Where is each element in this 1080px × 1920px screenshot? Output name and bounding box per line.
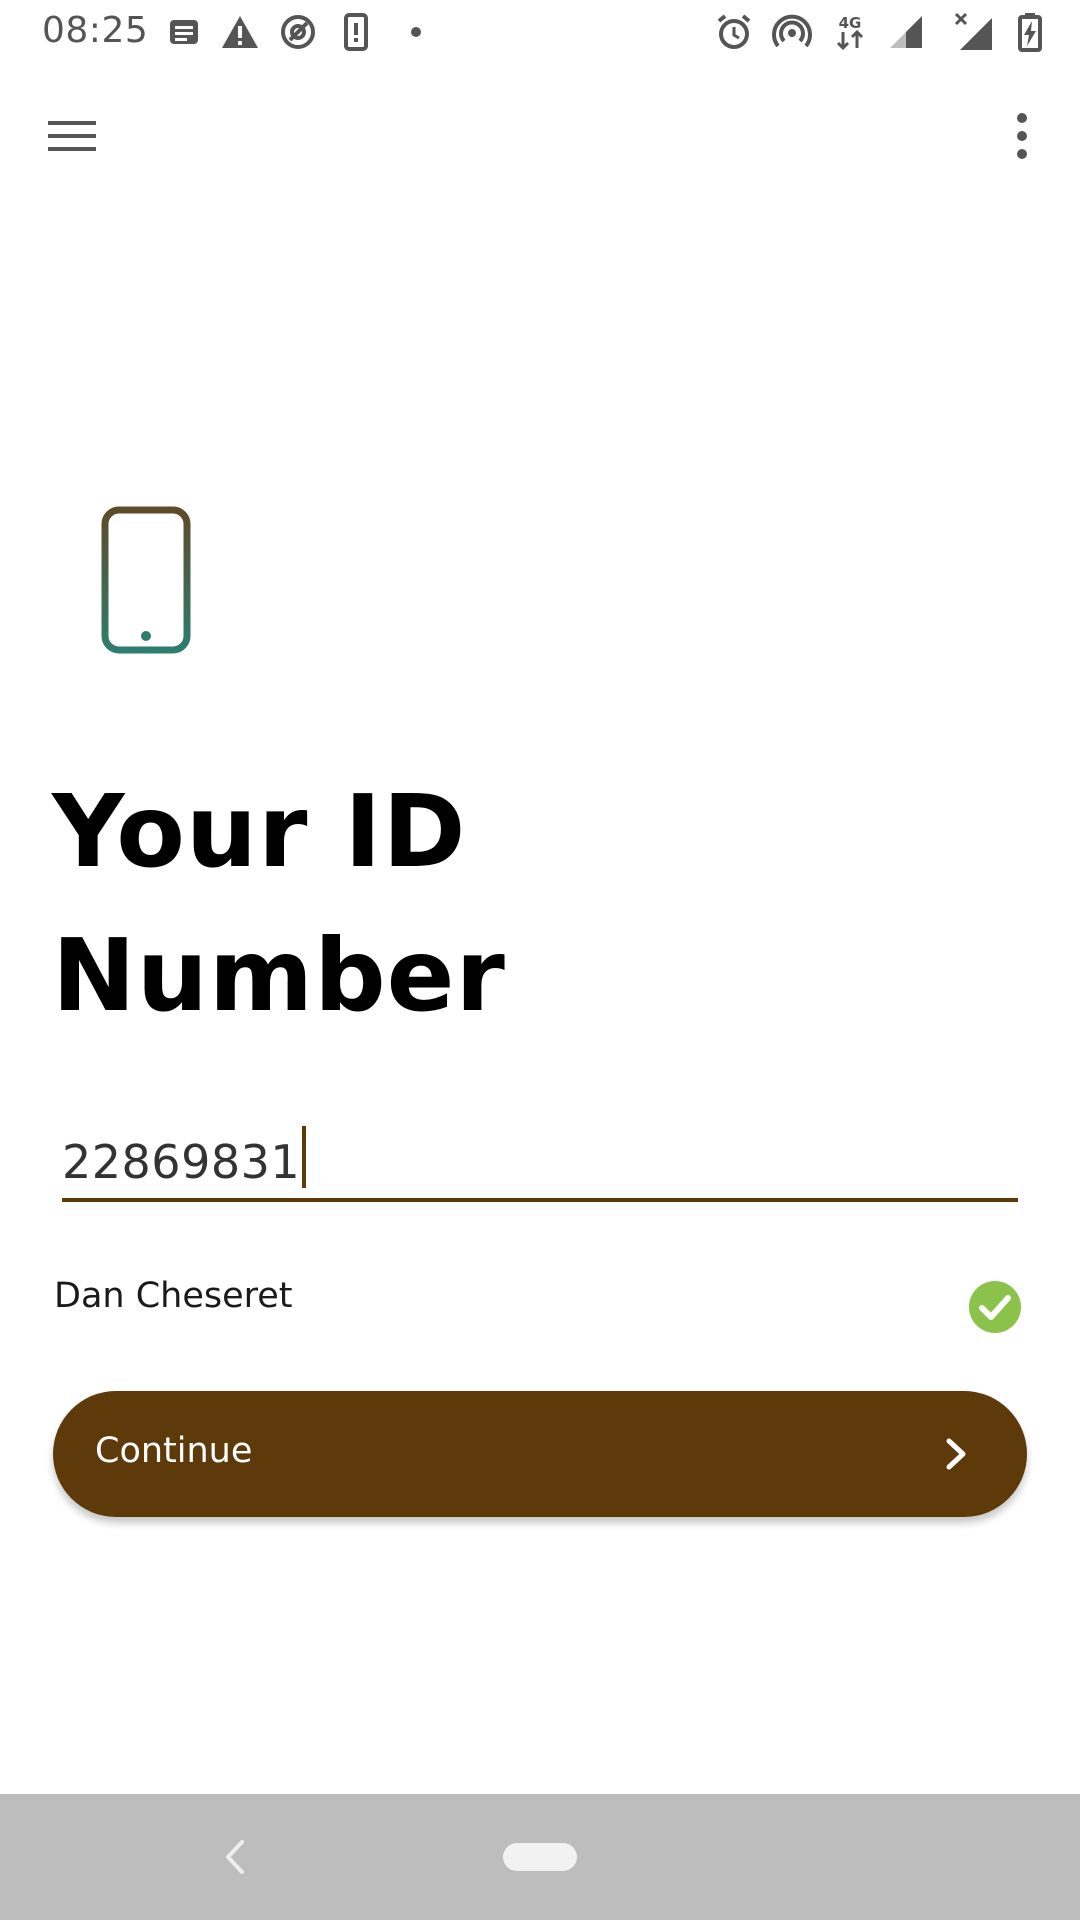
id-number-input[interactable]: 22869831 bbox=[62, 1118, 1018, 1202]
signal-icon bbox=[886, 12, 926, 52]
back-icon[interactable] bbox=[216, 1834, 252, 1880]
page-title-line-1: Your ID bbox=[52, 773, 467, 890]
app-bar bbox=[0, 100, 1080, 172]
continue-label: Continue bbox=[95, 1431, 253, 1471]
page-title: Your ID Number bbox=[52, 760, 952, 1048]
battery-charging-icon bbox=[1010, 12, 1050, 52]
id-number-value: 22869831 bbox=[62, 1126, 307, 1189]
phone-alert-icon bbox=[336, 12, 376, 52]
status-time: 08:25 bbox=[42, 10, 149, 51]
home-pill-icon[interactable] bbox=[503, 1843, 577, 1871]
navigation-bar bbox=[0, 1794, 1080, 1920]
continue-button[interactable]: Continue bbox=[53, 1391, 1027, 1517]
id-number-screen: 08:25 4G Your ID Number 22869831 Dan Che… bbox=[0, 0, 1080, 1920]
id-owner-name: Dan Cheseret bbox=[54, 1276, 293, 1316]
signal-no-data-icon bbox=[954, 12, 994, 52]
chevron-right-icon bbox=[933, 1431, 979, 1477]
notification-card-icon bbox=[164, 12, 204, 52]
page-title-line-2: Number bbox=[52, 917, 506, 1034]
smartphone-icon bbox=[100, 505, 192, 655]
text-caret bbox=[302, 1126, 307, 1188]
svg-text:4G: 4G bbox=[839, 14, 862, 32]
hotspot-icon bbox=[772, 12, 812, 52]
more-vert-icon[interactable] bbox=[1000, 108, 1044, 164]
menu-icon[interactable] bbox=[40, 110, 104, 162]
status-bar: 08:25 4G bbox=[0, 0, 1080, 64]
dot-icon bbox=[396, 12, 436, 52]
network-4g-icon: 4G bbox=[830, 12, 870, 52]
alarm-icon bbox=[714, 12, 754, 52]
at-sign-icon bbox=[278, 12, 318, 52]
check-circle-icon bbox=[968, 1280, 1022, 1334]
warning-icon bbox=[220, 12, 260, 52]
